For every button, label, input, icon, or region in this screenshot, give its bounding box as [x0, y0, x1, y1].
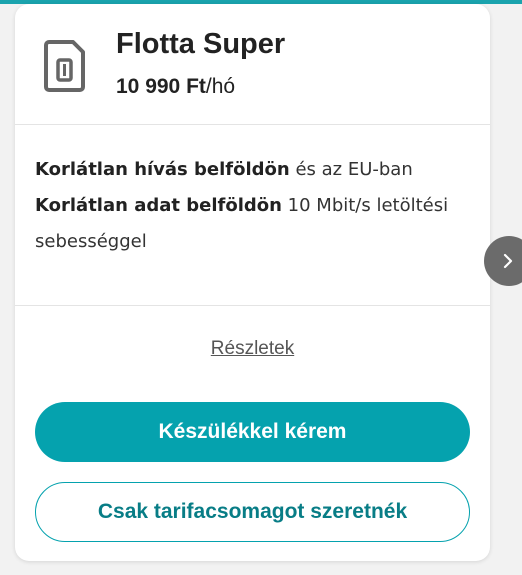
card-header: Flotta Super 10 990 Ft/hó: [15, 4, 490, 125]
plan-card: Flotta Super 10 990 Ft/hó Korlátlan hívá…: [15, 4, 490, 561]
feature-data: Korlátlan adat belföldön 10 Mbit/s letöl…: [35, 195, 449, 252]
price-amount: 10 990 Ft: [116, 75, 206, 98]
tariff-only-button[interactable]: Csak tarifacsomagot szeretnék: [35, 482, 470, 542]
price-period: /hó: [205, 75, 236, 98]
feature-calls: Korlátlan hívás belföldön és az EU-ban: [35, 159, 413, 180]
plan-title: Flotta Super: [116, 28, 286, 60]
chevron-right-icon: [503, 253, 513, 269]
plan-price: 10 990 Ft/hó: [116, 75, 235, 99]
features-section: Korlátlan hívás belföldön és az EU-ban K…: [15, 125, 490, 306]
details-link[interactable]: Részletek: [15, 338, 490, 360]
sim-card-icon: [44, 40, 85, 92]
order-with-device-button[interactable]: Készülékkel kérem: [35, 402, 470, 462]
